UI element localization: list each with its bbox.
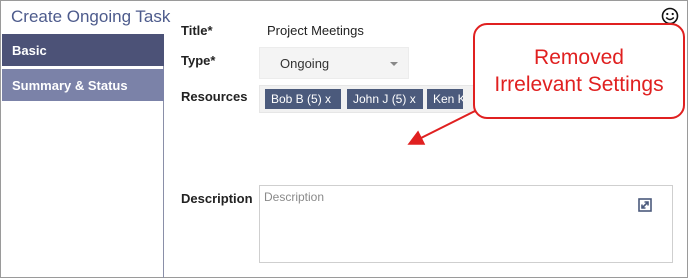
resource-chip[interactable]: Bob B (5) x (265, 89, 341, 109)
expand-icon[interactable] (638, 198, 652, 212)
type-label: Type* (181, 53, 216, 68)
description-placeholder: Description (264, 190, 325, 204)
sidebar-item-label: Basic (12, 42, 47, 58)
callout-line-1: Removed (534, 46, 624, 69)
sidebar: Basic Summary & Status (2, 34, 164, 278)
title-label: Title* (181, 23, 213, 38)
sidebar-item-summary-status[interactable]: Summary & Status (2, 69, 164, 101)
chevron-down-icon (390, 62, 398, 66)
resource-chip[interactable]: John J (5) x (347, 89, 423, 109)
description-label: Description (181, 191, 253, 206)
type-select[interactable]: Ongoing (259, 47, 409, 79)
sidebar-item-basic[interactable]: Basic (2, 34, 164, 66)
type-select-value: Ongoing (280, 55, 330, 71)
dialog-frame: Create Ongoing Task Basic Summary & Stat… (0, 0, 688, 278)
callout-annotation: Removed Irrelevant Settings (473, 23, 685, 119)
description-textarea[interactable]: Description (259, 185, 673, 263)
resource-chip[interactable]: Ken K ( (427, 89, 463, 109)
sidebar-item-label: Summary & Status (12, 77, 128, 93)
callout-line-2: Irrelevant Settings (494, 73, 664, 96)
dialog-title: Create Ongoing Task (11, 7, 171, 26)
resources-label: Resources (181, 89, 248, 104)
title-input[interactable]: Project Meetings (267, 23, 364, 38)
